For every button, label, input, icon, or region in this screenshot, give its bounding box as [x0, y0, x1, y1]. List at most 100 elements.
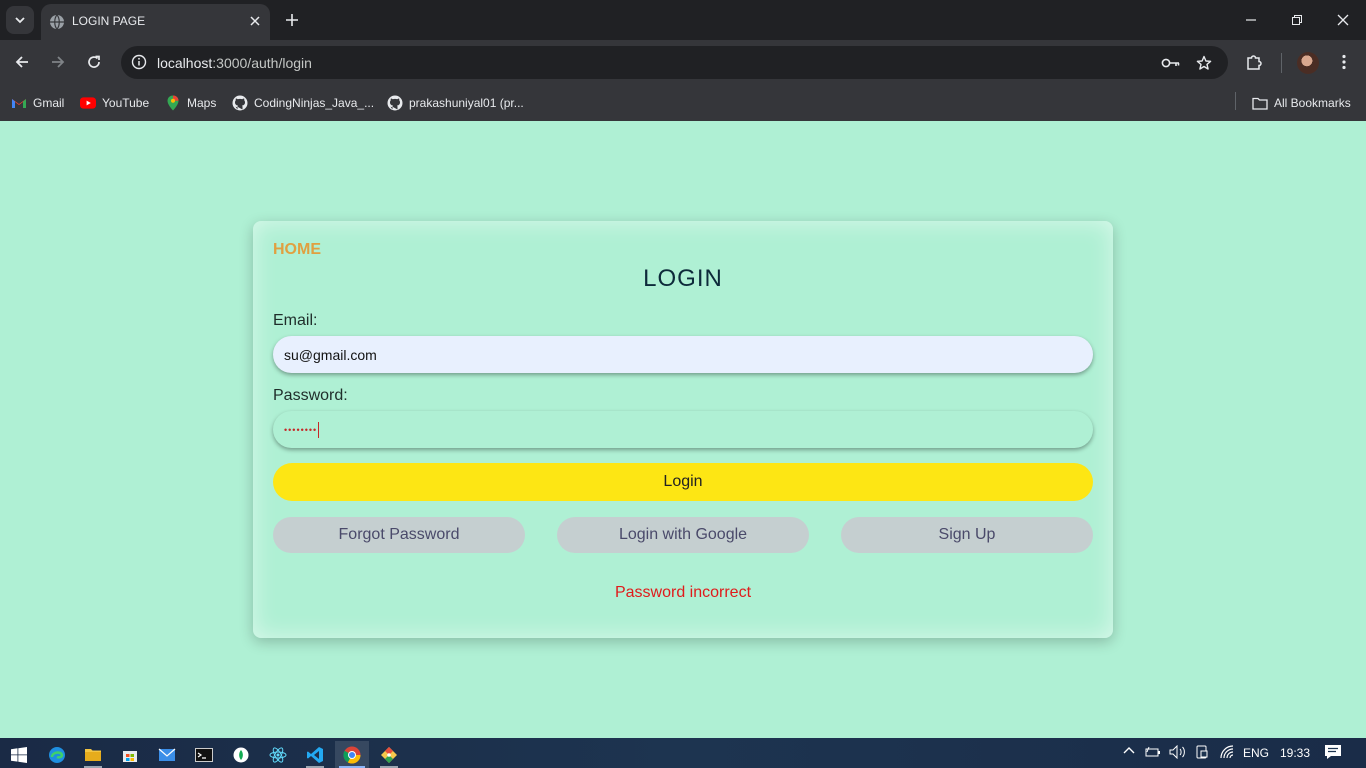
new-tab-button[interactable] — [281, 9, 303, 31]
bookmark-label: Maps — [187, 96, 217, 110]
edge-icon — [49, 746, 65, 763]
chevron-down-icon — [15, 17, 25, 24]
url-text: localhost:3000/auth/login — [157, 55, 312, 71]
leaf-icon — [233, 747, 249, 762]
bookmark-label: YouTube — [102, 96, 150, 110]
error-message: Password incorrect — [614, 584, 752, 601]
bookmark-codingninjas[interactable]: CodingNinjas_Java_... — [232, 93, 374, 113]
tab-title: LOGIN PAGE — [72, 14, 146, 28]
taskbar-terminal[interactable] — [187, 741, 221, 768]
network-button[interactable] — [1145, 746, 1161, 758]
key-icon — [1161, 58, 1180, 68]
volume-button[interactable] — [1169, 745, 1187, 759]
bookmark-label: Gmail — [33, 96, 65, 110]
taskbar-mail[interactable] — [150, 741, 184, 768]
notifications-button[interactable] — [1324, 744, 1342, 760]
arrow-right-icon — [52, 56, 65, 68]
reload-button[interactable] — [82, 50, 106, 74]
toolbar-divider — [1281, 53, 1282, 73]
forward-button[interactable] — [46, 50, 70, 74]
bookmark-label: CodingNinjas_Java_... — [254, 96, 375, 110]
start-button[interactable] — [2, 741, 36, 768]
email-label: Email: — [273, 312, 318, 329]
email-field[interactable]: su@gmail.com — [273, 336, 1093, 373]
taskbar-store[interactable] — [113, 741, 147, 768]
restore-icon — [1292, 15, 1302, 25]
login-button[interactable]: Login — [273, 463, 1093, 501]
minimize-icon — [1246, 19, 1256, 21]
sign-up-button[interactable]: Sign Up — [841, 517, 1093, 553]
maps-icon — [165, 95, 181, 111]
url-host: localhost — [157, 55, 213, 71]
taskbar-git-app[interactable] — [372, 741, 406, 768]
bookmark-youtube[interactable]: YouTube — [80, 93, 149, 113]
device-button[interactable] — [1195, 745, 1209, 759]
restore-button[interactable] — [1274, 0, 1320, 40]
back-button[interactable] — [10, 50, 34, 74]
bookmark-gmail[interactable]: Gmail — [11, 93, 64, 113]
language-indicator[interactable]: ENG — [1243, 746, 1269, 760]
mail-icon — [158, 748, 176, 761]
folder-icon — [85, 749, 101, 761]
show-hidden-icons-button[interactable] — [1123, 746, 1135, 756]
info-icon — [131, 54, 147, 70]
extensions-button[interactable] — [1243, 51, 1265, 73]
bookmarks-divider — [1235, 92, 1236, 110]
windows-taskbar: ENG 19:33 — [0, 738, 1366, 768]
git-icon — [381, 746, 397, 763]
close-window-button[interactable] — [1320, 0, 1366, 40]
more-vertical-icon — [1342, 54, 1346, 70]
password-value: •••••••• — [284, 424, 318, 435]
home-link[interactable]: HOME — [273, 241, 321, 259]
bookmarks-bar: Gmail YouTube Maps CodingNinjas_Java_...… — [0, 85, 1366, 121]
taskbar-file-explorer[interactable] — [76, 741, 110, 768]
all-bookmarks-label: All Bookmarks — [1274, 96, 1351, 110]
bookmark-maps[interactable]: Maps — [165, 93, 216, 113]
notification-icon — [1325, 745, 1341, 759]
all-bookmarks-button[interactable]: All Bookmarks — [1252, 93, 1351, 113]
windows-icon — [11, 746, 27, 763]
clock[interactable]: 19:33 — [1280, 746, 1310, 760]
browser-tab-active[interactable]: LOGIN PAGE — [41, 4, 270, 40]
taskbar-react-app[interactable] — [261, 741, 295, 768]
gmail-icon — [11, 95, 27, 111]
tab-search-button[interactable] — [6, 6, 34, 34]
site-info-button[interactable] — [129, 52, 149, 72]
password-key-button[interactable] — [1161, 53, 1181, 73]
browser-menu-button[interactable] — [1333, 51, 1355, 73]
close-icon — [1337, 14, 1349, 26]
puzzle-icon — [1247, 55, 1262, 70]
phone-link-icon — [1196, 745, 1208, 759]
bookmark-star-button[interactable] — [1194, 53, 1214, 73]
reload-icon — [88, 55, 100, 68]
address-bar[interactable]: localhost:3000/auth/login — [121, 46, 1228, 79]
arrow-left-icon — [15, 56, 28, 68]
minimize-button[interactable] — [1228, 0, 1274, 40]
login-card: HOME LOGIN Email: su@gmail.com Password:… — [253, 221, 1113, 638]
taskbar-vscode[interactable] — [298, 741, 332, 768]
taskbar-chrome[interactable] — [335, 741, 369, 768]
volume-icon — [1169, 745, 1185, 759]
text-caret — [318, 421, 320, 438]
battery-icon — [1145, 746, 1160, 757]
browser-toolbar: localhost:3000/auth/login — [0, 40, 1366, 85]
taskbar-app-green[interactable] — [224, 741, 258, 768]
bookmark-label: prakashuniyal01 (pr... — [409, 96, 524, 110]
globe-icon — [50, 14, 64, 30]
github-icon — [232, 95, 248, 111]
wifi-button[interactable] — [1219, 745, 1235, 759]
close-icon — [250, 16, 260, 26]
forgot-password-button[interactable]: Forgot Password — [273, 517, 525, 553]
email-value: su@gmail.com — [284, 346, 377, 363]
tab-close-button[interactable] — [246, 12, 264, 30]
plus-icon — [286, 14, 298, 26]
profile-avatar[interactable] — [1297, 52, 1319, 74]
store-icon — [123, 750, 137, 762]
bookmark-prakashuniyal[interactable]: prakashuniyal01 (pr... — [387, 93, 524, 113]
taskbar-edge[interactable] — [40, 741, 74, 768]
login-with-google-button[interactable]: Login with Google — [557, 517, 809, 553]
url-path: :3000/auth/login — [212, 55, 312, 71]
youtube-icon — [80, 95, 96, 111]
page-title: LOGIN — [643, 265, 723, 292]
password-field[interactable]: •••••••• — [273, 411, 1093, 448]
